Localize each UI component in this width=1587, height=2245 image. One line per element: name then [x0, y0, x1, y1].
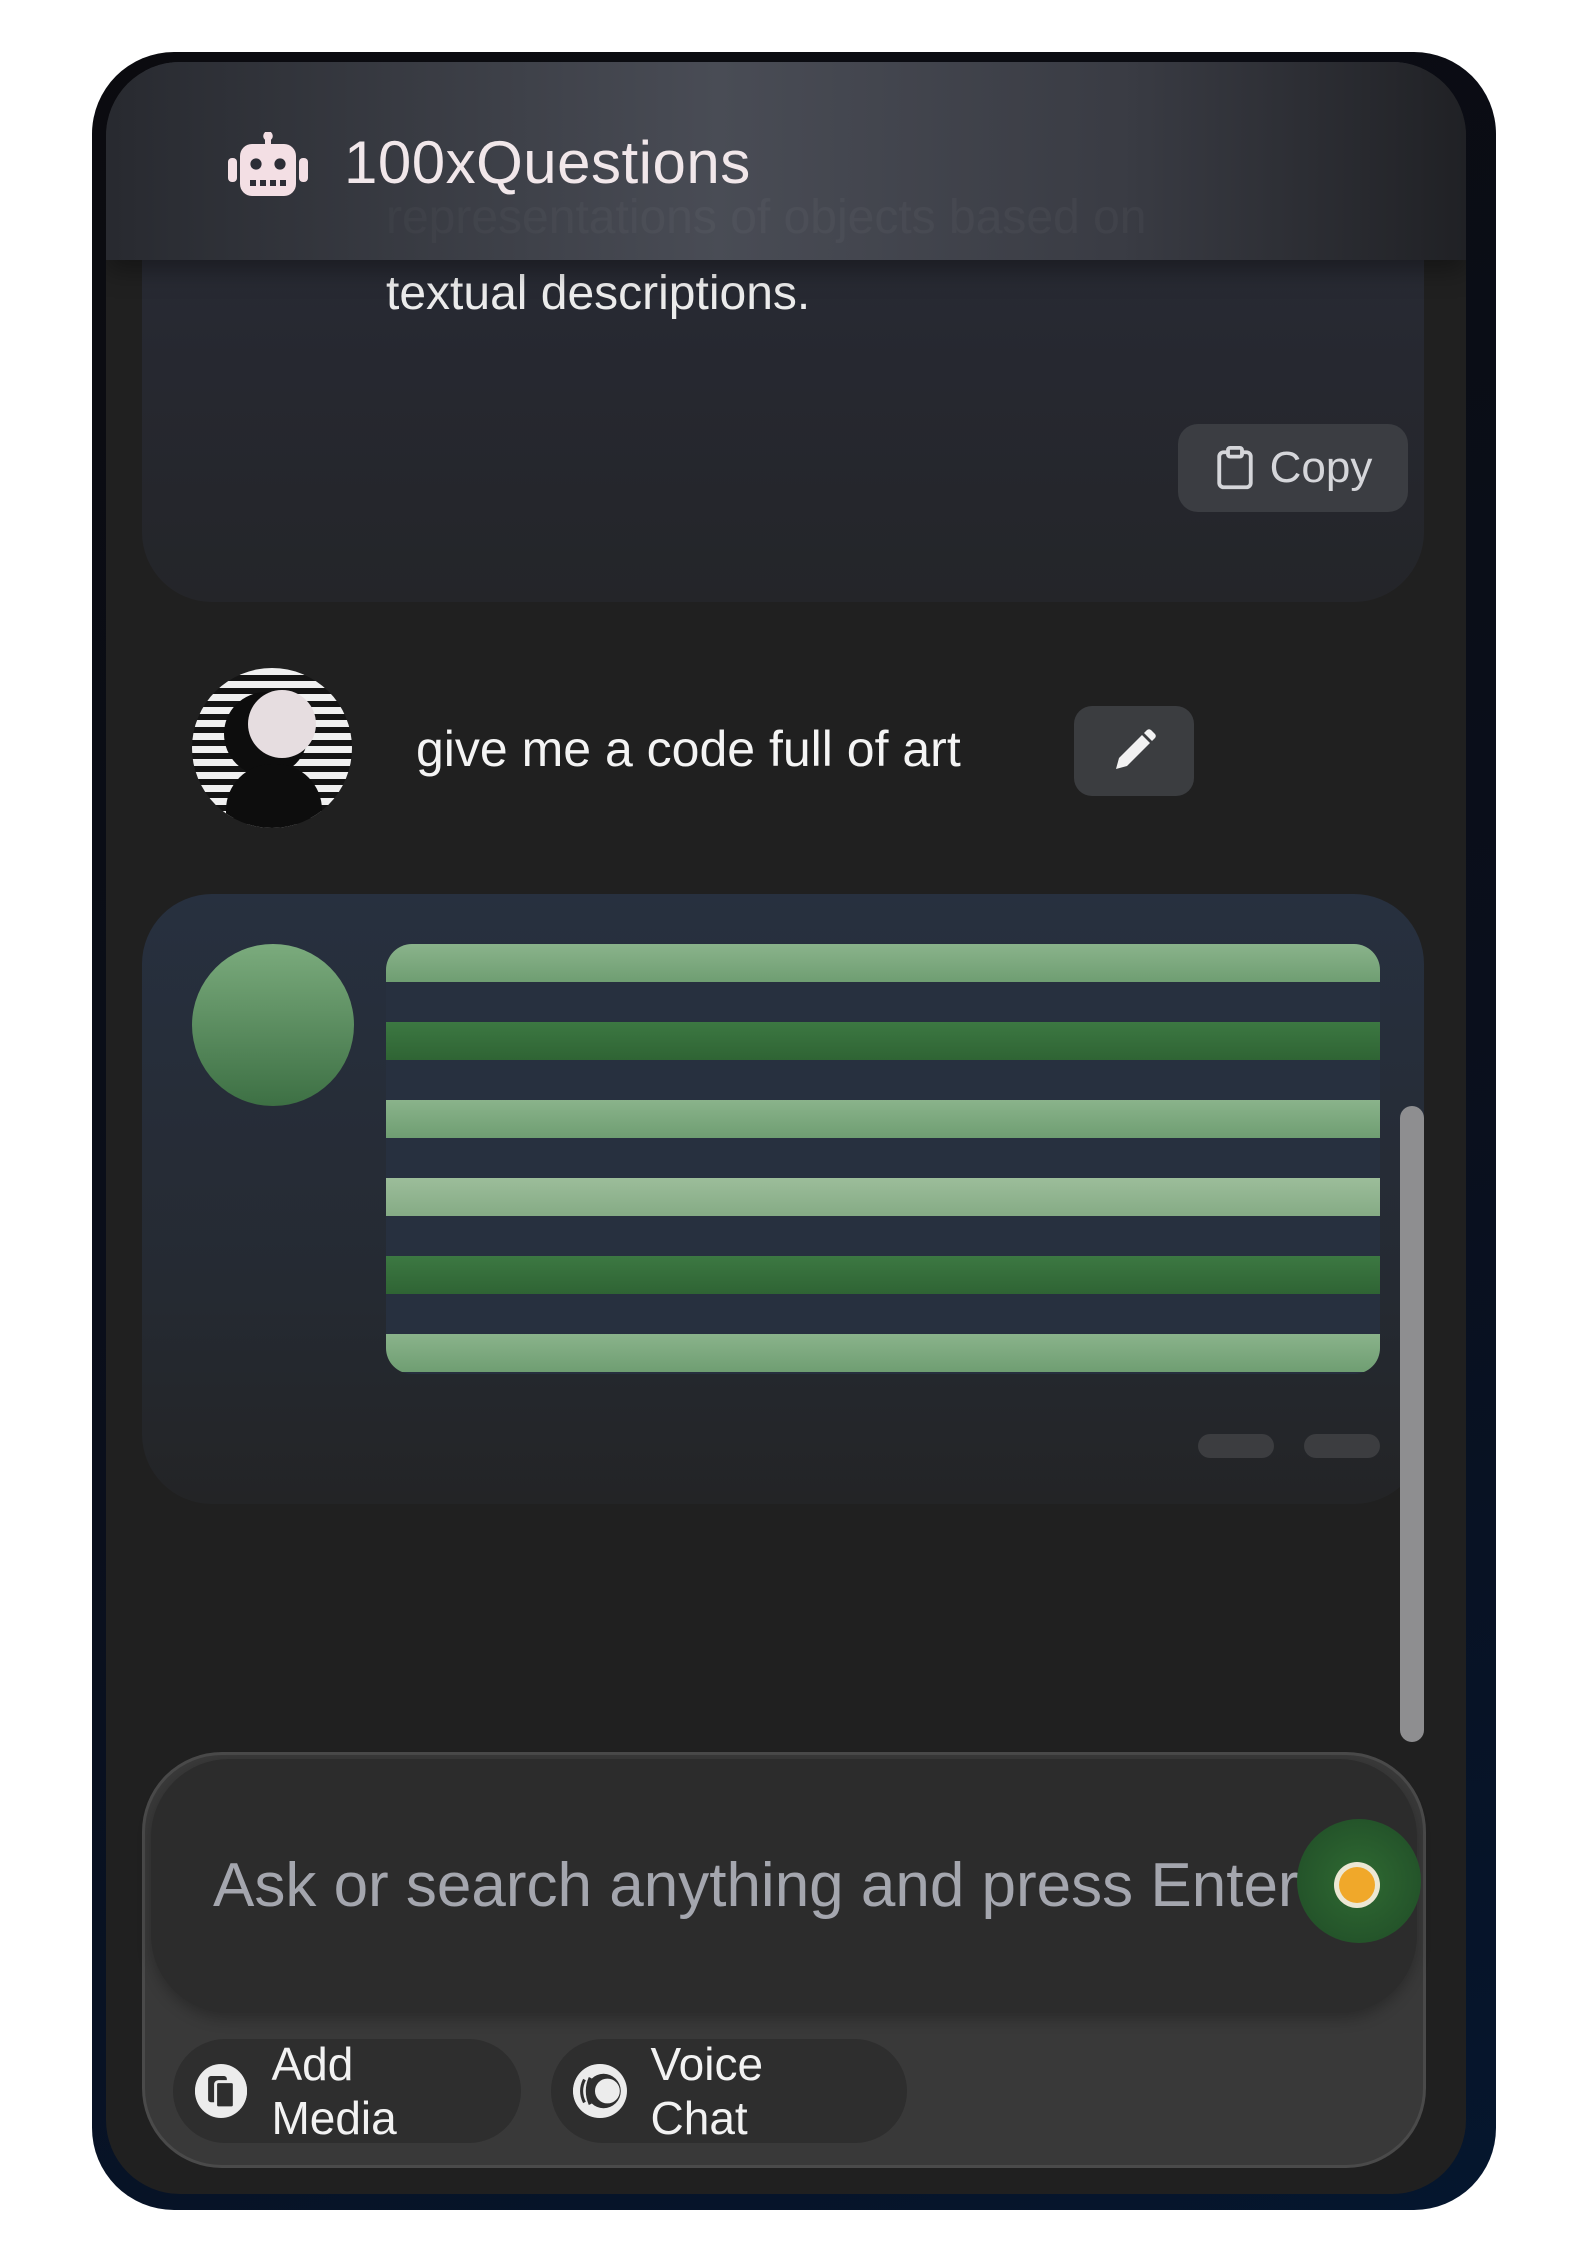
assistant-avatar-placeholder — [192, 944, 354, 1106]
skeleton-line — [386, 1022, 1380, 1060]
device-frame: representations of objects based on text… — [92, 52, 1496, 2210]
loading-skeleton — [386, 944, 1380, 1374]
input-box — [151, 1759, 1421, 2013]
edit-message-button[interactable] — [1074, 706, 1194, 796]
skeleton-line — [386, 944, 1380, 982]
skeleton-line — [386, 1256, 1380, 1294]
voice-icon — [573, 2064, 627, 2118]
robot-icon — [228, 132, 308, 196]
loading-reply-card — [142, 894, 1424, 1504]
add-media-label: Add Media — [271, 2038, 397, 2144]
skeleton-line — [386, 1178, 1380, 1216]
status-dot-icon — [1339, 1867, 1375, 1903]
action-placeholder — [1198, 1434, 1274, 1458]
media-icon — [195, 2064, 248, 2118]
skeleton-line — [386, 1334, 1380, 1372]
copy-label: Copy — [1269, 443, 1373, 492]
action-placeholder — [1304, 1434, 1380, 1458]
app-title: 100xQuestions — [344, 129, 751, 196]
voice-chat-button[interactable]: Voice Chat — [551, 2038, 907, 2144]
composer: Add Media Voice Chat — [142, 1752, 1426, 2168]
search-input[interactable] — [213, 1835, 1373, 1935]
add-media-button[interactable]: Add Media — [173, 2038, 521, 2144]
pencil-icon — [1116, 729, 1156, 769]
app-header: 100xQuestions — [106, 62, 1466, 260]
user-message-text: give me a code full of art — [416, 721, 961, 777]
skeleton-line — [386, 1100, 1380, 1138]
voice-chat-label: Voice Chat — [650, 2038, 764, 2144]
send-button[interactable] — [1297, 1819, 1421, 1943]
chat-scrollbar[interactable] — [1400, 1106, 1424, 1742]
user-avatar — [192, 668, 352, 828]
copy-button[interactable]: Copy — [1178, 424, 1408, 512]
clipboard-icon — [1216, 445, 1253, 490]
app-screen: representations of objects based on text… — [106, 62, 1466, 2194]
